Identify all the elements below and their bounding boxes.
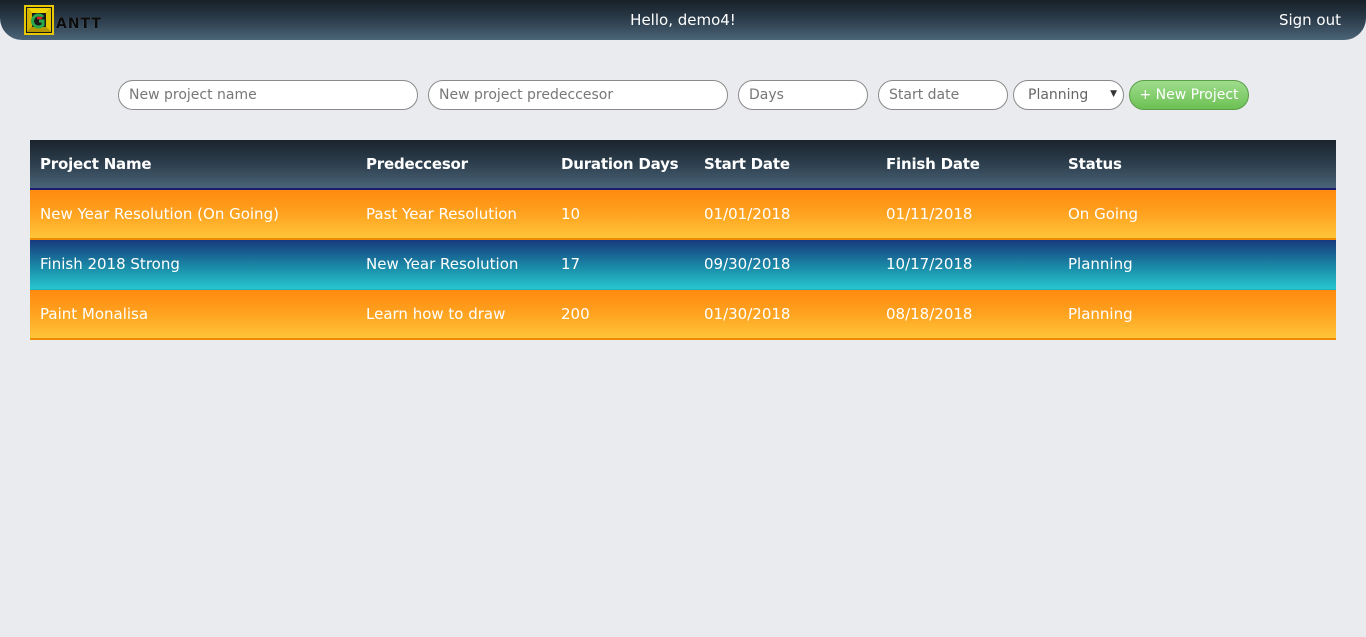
duration-cell: 17 <box>561 255 581 273</box>
predecessor-cell: Learn how to draw <box>366 305 506 323</box>
column-header-status[interactable]: Status <box>1068 140 1122 188</box>
projects-table: Project Name Predeccesor Duration Days S… <box>30 140 1336 340</box>
table-row[interactable]: Paint Monalisa Learn how to draw 200 01/… <box>30 290 1336 340</box>
finish-date-cell: 10/17/2018 <box>886 255 973 273</box>
project-name-cell: Paint Monalisa <box>40 305 149 323</box>
table-row[interactable]: New Year Resolution (On Going) Past Year… <box>30 190 1336 240</box>
column-header-duration[interactable]: Duration Days <box>561 140 679 188</box>
status-cell: Planning <box>1068 255 1133 273</box>
table-row[interactable]: Finish 2018 Strong New Year Resolution 1… <box>30 240 1336 290</box>
predecessor-cell: Past Year Resolution <box>366 205 517 223</box>
project-name-cell: Finish 2018 Strong <box>40 255 180 273</box>
new-project-form: Planning ▼ + New Project <box>0 80 1366 110</box>
table-header-row: Project Name Predeccesor Duration Days S… <box>30 140 1336 190</box>
predecessor-cell: New Year Resolution <box>366 255 519 273</box>
sign-out-link[interactable]: Sign out <box>1279 11 1341 29</box>
column-header-project-name[interactable]: Project Name <box>40 140 152 188</box>
column-header-predecessor[interactable]: Predeccesor <box>366 140 468 188</box>
dropdown-arrow-icon: ▼ <box>1110 89 1117 99</box>
start-date-cell: 01/30/2018 <box>704 305 791 323</box>
column-header-start-date[interactable]: Start Date <box>704 140 790 188</box>
greeting-text: Hello, demo4! <box>630 11 736 29</box>
status-select-value: Planning <box>1028 87 1089 103</box>
status-cell: Planning <box>1068 305 1133 323</box>
project-name-input[interactable] <box>118 80 418 110</box>
duration-cell: 200 <box>561 305 590 323</box>
start-date-cell: 09/30/2018 <box>704 255 791 273</box>
top-bar: ANTT Hello, demo4! Sign out <box>0 0 1366 40</box>
project-name-cell: New Year Resolution (On Going) <box>40 205 279 223</box>
column-header-finish-date[interactable]: Finish Date <box>886 140 980 188</box>
status-select[interactable]: Planning ▼ <box>1013 80 1124 110</box>
project-predecessor-input[interactable] <box>428 80 728 110</box>
new-project-button[interactable]: + New Project <box>1129 80 1249 110</box>
status-cell: On Going <box>1068 205 1139 223</box>
days-input[interactable] <box>738 80 868 110</box>
start-date-cell: 01/01/2018 <box>704 205 791 223</box>
duration-cell: 10 <box>561 205 581 223</box>
finish-date-cell: 01/11/2018 <box>886 205 973 223</box>
start-date-input[interactable] <box>878 80 1008 110</box>
finish-date-cell: 08/18/2018 <box>886 305 973 323</box>
